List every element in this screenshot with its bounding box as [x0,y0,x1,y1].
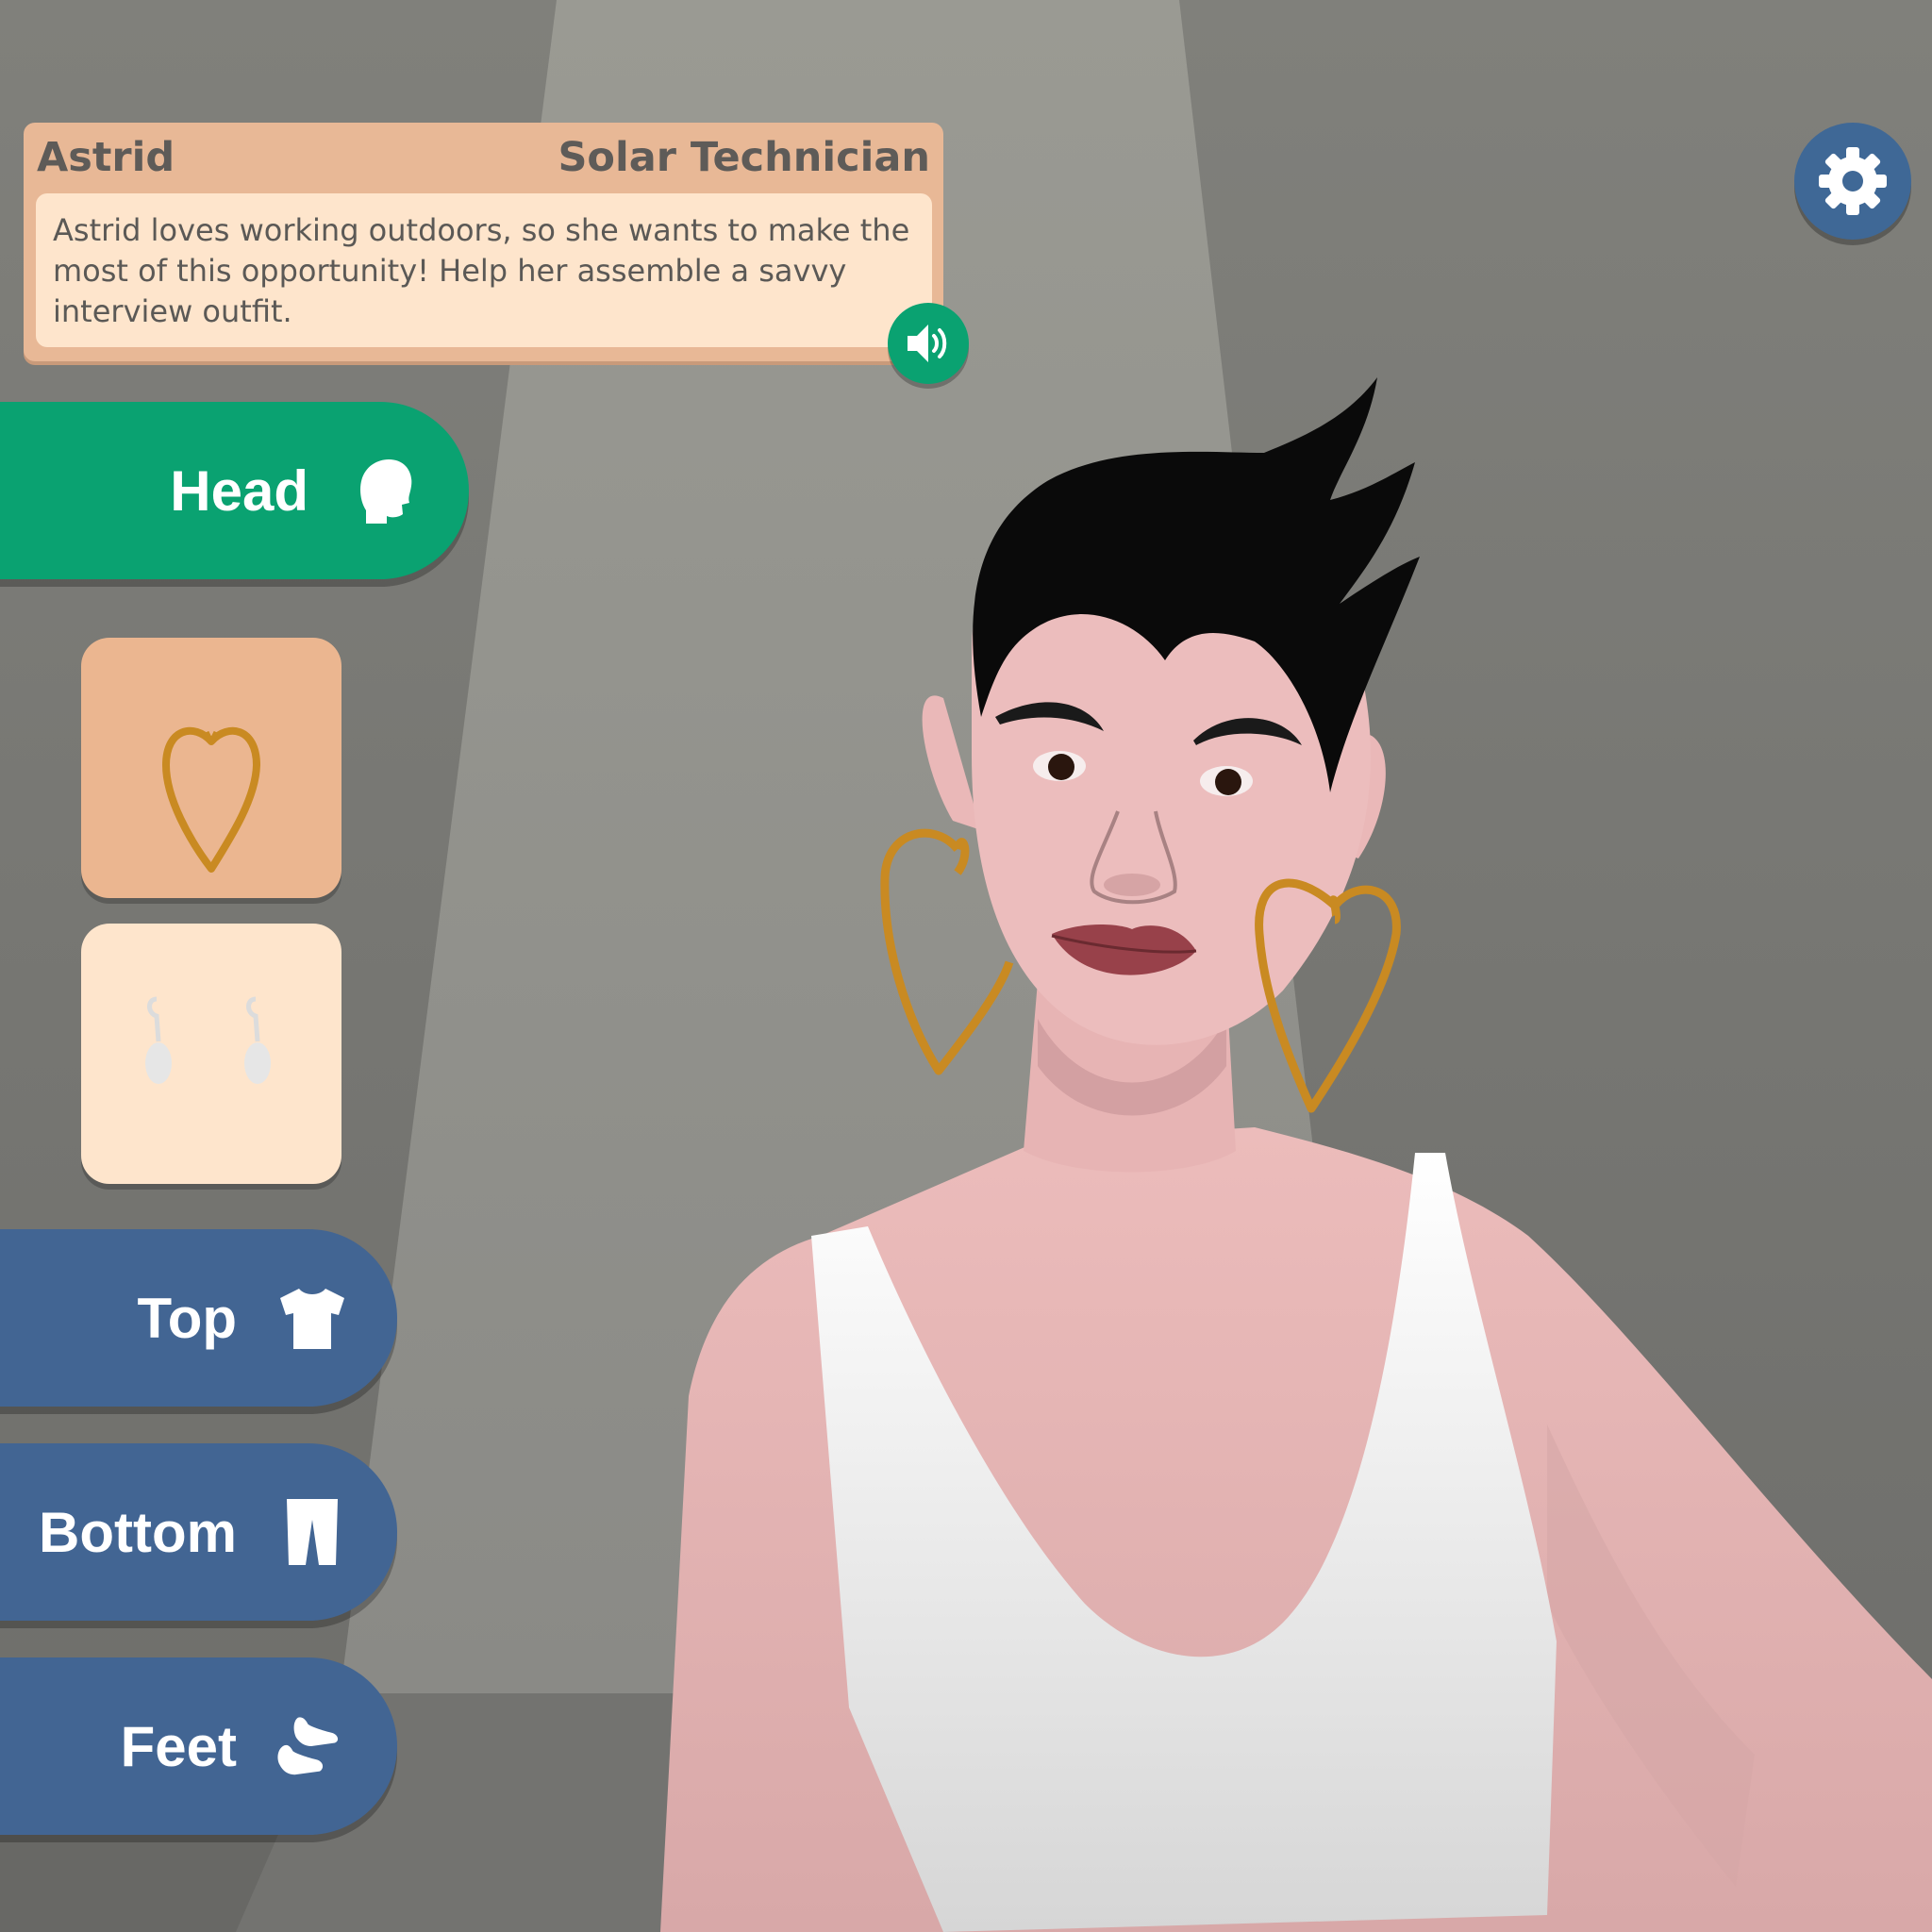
character-description: Astrid loves working outdoors, so she wa… [36,193,932,347]
shirt-icon [275,1280,350,1356]
character-name: Astrid [37,134,175,181]
tab-head-label: Head [170,458,308,523]
heart-earring-icon [162,726,260,873]
tab-feet[interactable]: Feet [0,1657,397,1835]
shoes-icon [275,1708,350,1784]
head-icon [346,453,422,528]
pants-icon [275,1494,350,1570]
tab-bottom-label: Bottom [39,1500,237,1564]
tab-feet-label: Feet [120,1714,237,1778]
item-gold-heart-earrings[interactable] [81,638,341,898]
gear-icon [1819,147,1887,215]
tab-top[interactable]: Top [0,1229,397,1407]
character-info-card: Astrid Solar Technician Astrid loves wor… [24,123,943,361]
drop-earring-icon [145,996,271,1084]
character-job: Solar Technician [558,134,930,181]
tab-bottom[interactable]: Bottom [0,1443,397,1621]
speaker-button[interactable] [888,303,969,384]
settings-button[interactable] [1794,123,1911,240]
tab-head[interactable]: Head [0,402,469,579]
tab-top-label: Top [137,1286,238,1350]
item-silver-drop-earrings[interactable] [81,924,341,1184]
speaker-icon [908,325,947,362]
